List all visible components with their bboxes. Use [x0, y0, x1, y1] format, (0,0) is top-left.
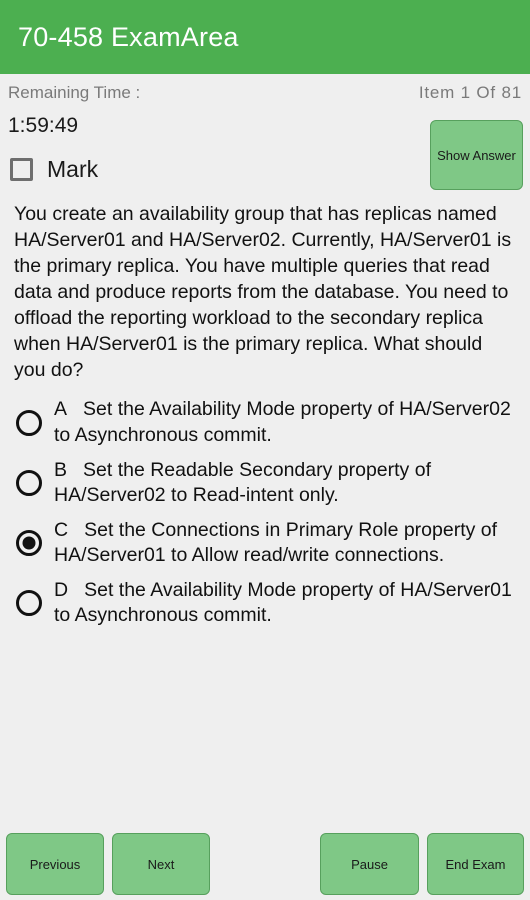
options-list: A Set the Availability Mode property of H… [0, 395, 530, 630]
option-row-d[interactable]: D Set the Availability Mode property of H… [0, 576, 530, 631]
option-body-c: Set the Connections in Primary Role prop… [54, 518, 498, 567]
item-counter: Item 1 Of 81 [418, 83, 522, 102]
question-text: You create an availability group that ha… [14, 203, 512, 381]
end-exam-button[interactable]: End Exam [427, 833, 524, 895]
option-label-d: D Set the Availability Mode property of H… [54, 578, 518, 629]
previous-button[interactable]: Previous [6, 833, 104, 895]
mark-label: Mark [47, 156, 99, 182]
pause-button[interactable]: Pause [320, 833, 419, 895]
radio-icon-c[interactable] [16, 530, 42, 557]
page-title: 70-458 ExamArea [18, 21, 239, 52]
show-answer-button[interactable]: Show Answer [430, 120, 523, 190]
option-label-b: B Set the Readable Secondary property of … [54, 458, 518, 509]
option-letter-a: A [54, 398, 68, 421]
timer-value: 1:59:49 [8, 114, 79, 137]
mark-checkbox[interactable] [10, 158, 33, 181]
option-row-a[interactable]: A Set the Availability Mode property of H… [0, 395, 530, 450]
status-row: Remaining Time : Item 1 Of 81 [0, 74, 530, 112]
next-button[interactable]: Next [112, 833, 210, 895]
option-label-a: A Set the Availability Mode property of H… [54, 397, 518, 448]
timer-block: 1:59:49 Mark Show Answer [0, 112, 530, 200]
app-header: 70-458 ExamArea [0, 0, 530, 74]
option-row-b[interactable]: B Set the Readable Secondary property of … [0, 456, 530, 511]
option-letter-b: B [54, 458, 68, 481]
footer-button-bar: Previous Next Pause End Exam [0, 828, 530, 900]
option-row-c[interactable]: C Set the Connections in Primary Role pro… [0, 516, 530, 571]
option-letter-c: C [54, 518, 69, 541]
option-body-a: Set the Availability Mode property of HA… [54, 398, 511, 446]
option-label-c: C Set the Connections in Primary Role pro… [54, 518, 518, 569]
option-body-d: Set the Availability Mode property of HA… [54, 578, 512, 627]
radio-icon-d[interactable] [16, 590, 42, 617]
remaining-time-label: Remaining Time : [8, 83, 141, 102]
option-letter-d: D [54, 578, 69, 601]
option-body-b: Set the Readable Secondary property of H… [54, 458, 431, 507]
radio-icon-a[interactable] [16, 409, 42, 436]
mark-question-toggle[interactable]: Mark [10, 156, 98, 183]
radio-icon-b[interactable] [16, 470, 42, 497]
